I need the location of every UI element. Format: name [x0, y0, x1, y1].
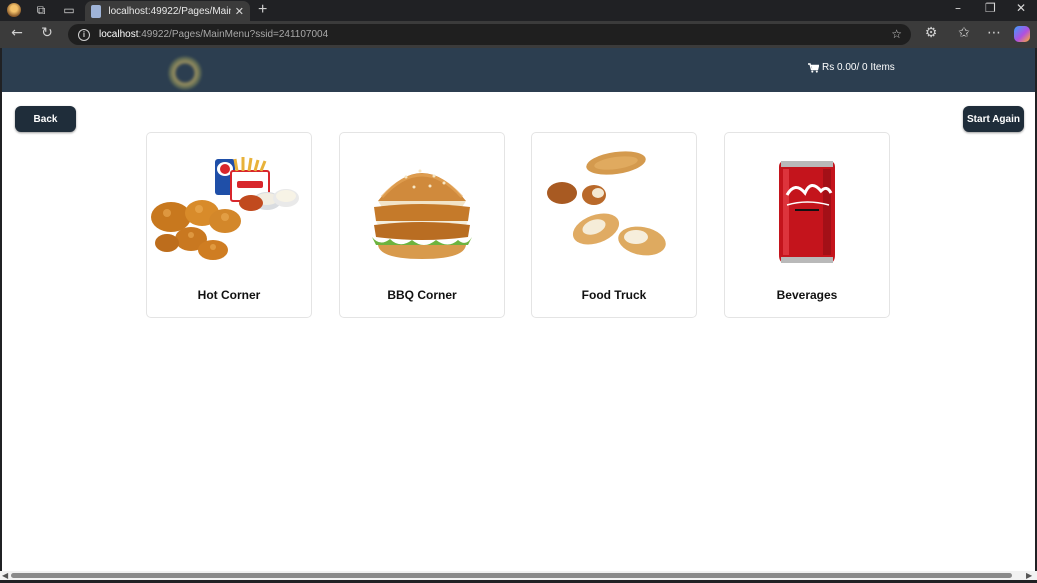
- profile-avatar-icon[interactable]: [6, 2, 22, 18]
- browser-tab-strip: ⧉ ▭ localhost:49922/Pages/MainMenu?ssid=…: [0, 0, 1037, 21]
- scroll-right-icon[interactable]: ▶: [1026, 571, 1032, 580]
- category-card-food-truck[interactable]: Food Truck: [531, 132, 697, 318]
- brand-logo[interactable]: [168, 56, 202, 90]
- restore-icon[interactable]: ❐: [985, 1, 996, 15]
- horizontal-scrollbar[interactable]: ◀ ▶: [0, 571, 1037, 580]
- url-path: :49922/Pages/MainMenu?ssid=241107004: [138, 29, 329, 40]
- window-frame-left: [0, 48, 2, 571]
- fried-chicken-combo-image: [151, 157, 299, 260]
- browser-nav-bar: ← ↻ i localhost:49922/Pages/MainMenu?ssi…: [0, 21, 1037, 48]
- refresh-icon[interactable]: ↻: [38, 25, 56, 41]
- active-tab[interactable]: localhost:49922/Pages/MainMenu?ssid=2411…: [85, 1, 250, 21]
- page-viewport: Rs 0.00/ 0 Items Back Start Again Hot Co…: [2, 48, 1035, 571]
- close-window-icon[interactable]: ✕: [1016, 1, 1026, 15]
- copilot-icon[interactable]: [1014, 26, 1030, 42]
- new-tab-icon[interactable]: +: [258, 1, 267, 19]
- burger-image: [372, 169, 472, 259]
- cola-can-image: [779, 161, 835, 263]
- favorite-star-icon[interactable]: ☆: [891, 27, 902, 41]
- category-label: BBQ Corner: [387, 288, 457, 302]
- favorites-icon[interactable]: ✩: [955, 25, 973, 41]
- page-icon: [91, 4, 102, 18]
- workspaces-icon[interactable]: ⧉: [33, 2, 49, 18]
- start-again-button[interactable]: Start Again: [963, 106, 1024, 132]
- chicken-tenders-image: [547, 151, 666, 256]
- back-arrow-icon[interactable]: ←: [8, 25, 26, 41]
- category-card-hot-corner[interactable]: Hot Corner: [146, 132, 312, 318]
- more-options-icon[interactable]: ⋯: [985, 25, 1003, 41]
- category-label: Food Truck: [581, 288, 647, 302]
- site-info-icon[interactable]: i: [78, 28, 90, 41]
- scrollbar-thumb[interactable]: [11, 573, 1012, 578]
- category-label: Beverages: [776, 288, 838, 302]
- back-button[interactable]: Back: [15, 106, 76, 132]
- category-label: Hot Corner: [197, 288, 261, 302]
- category-card-bbq-corner[interactable]: BBQ Corner: [339, 132, 505, 318]
- minimize-icon[interactable]: –: [955, 1, 961, 15]
- cart-text: Rs 0.00/ 0 Items: [822, 62, 895, 73]
- extensions-icon[interactable]: ⚙: [922, 25, 940, 41]
- scroll-left-icon[interactable]: ◀: [2, 571, 8, 580]
- category-card-beverages[interactable]: Beverages: [724, 132, 890, 318]
- address-bar[interactable]: i localhost:49922/Pages/MainMenu?ssid=24…: [68, 24, 911, 45]
- tab-actions-icon[interactable]: ▭: [61, 2, 77, 18]
- url-host: localhost: [99, 29, 139, 40]
- shopping-cart-icon: [808, 62, 819, 73]
- close-tab-icon[interactable]: ✕: [235, 5, 244, 18]
- cart-summary[interactable]: Rs 0.00/ 0 Items: [808, 62, 895, 73]
- app-header: Rs 0.00/ 0 Items: [2, 48, 1035, 92]
- tab-title: localhost:49922/Pages/MainMenu?ssid=2411…: [108, 5, 230, 17]
